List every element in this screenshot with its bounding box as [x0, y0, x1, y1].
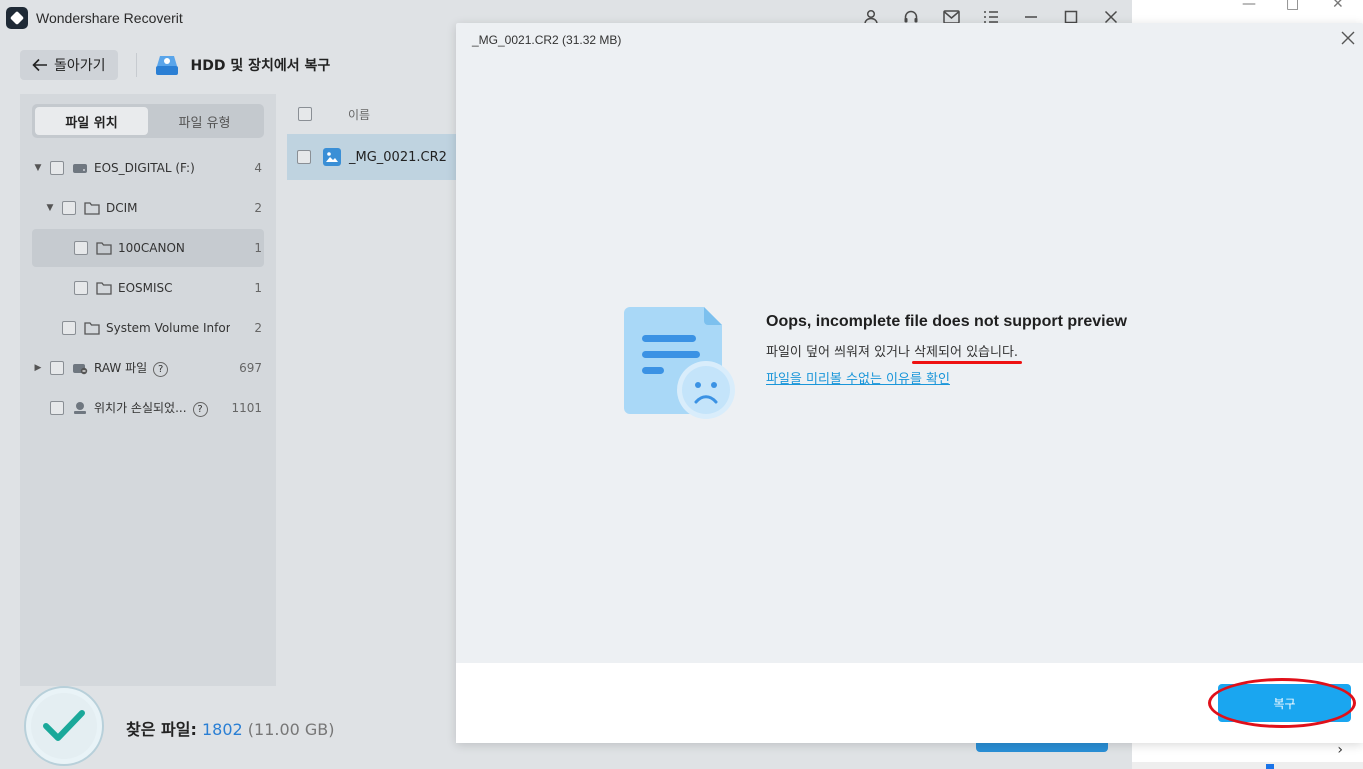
file-list: 이름 _MG_0021.CR2: [276, 94, 457, 686]
back-button[interactable]: 돌아가기: [20, 50, 118, 80]
checkbox[interactable]: [74, 241, 88, 255]
toolbar: 돌아가기 HDD 및 장치에서 복구: [20, 50, 330, 80]
dialog-footer: 복구: [456, 663, 1363, 743]
found-count: 1802: [201, 720, 243, 739]
folder-icon: [96, 282, 112, 295]
hdd-icon: [155, 56, 178, 75]
chevron-right-icon[interactable]: ›: [1337, 742, 1343, 758]
checkbox[interactable]: [50, 361, 64, 375]
column-name[interactable]: 이름: [348, 106, 370, 123]
view-tabs: 파일 위치 파일 유형: [32, 104, 264, 138]
back-button-label: 돌아가기: [54, 58, 106, 74]
highlighted-text: 삭제되어 있습니다.: [914, 345, 1019, 360]
message-subtitle: 파일이 덮어 씌워져 있거나 삭제되어 있습니다.: [766, 341, 1127, 364]
app-title: Wondershare Recoverit: [36, 10, 183, 26]
red-circle-annotation: [1208, 678, 1356, 728]
sidebar: 파일 위치 파일 유형 ▼ EOS_DIGITAL (F:) 4 ▼ DCIM …: [20, 94, 276, 686]
drive-icon: [73, 164, 87, 173]
image-file-icon: [323, 148, 341, 166]
dialog-title: _MG_0021.CR2 (31.32 MB): [472, 33, 622, 47]
arrow-left-icon: [32, 58, 47, 72]
checkbox[interactable]: [50, 401, 64, 415]
file-name: _MG_0021.CR2: [349, 149, 447, 165]
tree-item-dcim[interactable]: ▼ DCIM 2: [32, 189, 264, 227]
folder-icon: [84, 322, 100, 335]
checkbox[interactable]: [62, 321, 76, 335]
tab-file-location[interactable]: 파일 위치: [35, 107, 148, 135]
maximize-icon[interactable]: □: [1286, 0, 1299, 12]
list-header: 이름: [276, 94, 456, 134]
tree-item-lost-location[interactable]: 위치가 손실되었...? 1101: [32, 389, 264, 427]
indicator: [1266, 764, 1274, 769]
message-title: Oops, incomplete file does not support p…: [766, 313, 1127, 330]
found-size: (11.00 GB): [247, 720, 335, 739]
why-no-preview-link[interactable]: 파일을 미리볼 수없는 이유를 확인: [766, 368, 1127, 387]
file-row[interactable]: _MG_0021.CR2: [287, 134, 457, 180]
preview-message: Oops, incomplete file does not support p…: [766, 313, 1127, 387]
bottom-bar: [1132, 762, 1363, 769]
minimize-icon[interactable]: —: [1242, 0, 1256, 12]
dialog-close-icon[interactable]: [1337, 27, 1359, 49]
tree-item-eos-digital[interactable]: ▼ EOS_DIGITAL (F:) 4: [32, 149, 264, 187]
divider: [135, 53, 137, 77]
tree-item-100canon[interactable]: 100CANON 1: [32, 229, 264, 267]
tree-item-system-volume[interactable]: System Volume Infor... 2: [32, 309, 264, 347]
red-underline-annotation: [912, 361, 1023, 364]
found-files-summary: 찾은 파일: 1802 (11.00 GB): [126, 716, 335, 740]
checkbox[interactable]: [297, 150, 311, 164]
found-label: 찾은 파일:: [126, 720, 197, 739]
checkbox[interactable]: [62, 201, 76, 215]
preview-dialog: _MG_0021.CR2 (31.32 MB) Oops, incomplete…: [456, 23, 1363, 743]
lost-location-icon: [74, 402, 86, 414]
scan-complete-badge: [24, 686, 104, 766]
help-icon[interactable]: ?: [153, 362, 169, 377]
raw-drive-icon: [73, 364, 88, 375]
checkbox[interactable]: [50, 161, 64, 175]
tree-item-raw-files[interactable]: ▶ RAW 파일? 697: [32, 349, 264, 387]
caret-down-icon[interactable]: ▼: [32, 163, 44, 173]
folder-icon: [84, 202, 100, 215]
tree-item-eosmisc[interactable]: EOSMISC 1: [32, 269, 264, 307]
close-icon[interactable]: ✕: [1332, 0, 1344, 12]
checkbox[interactable]: [74, 281, 88, 295]
page-title: HDD 및 장치에서 복구: [190, 58, 331, 74]
caret-down-icon[interactable]: ▼: [44, 203, 56, 213]
tree-item-label: 위치가 손실되었...: [94, 401, 187, 415]
app-logo-icon: [6, 7, 28, 29]
help-icon[interactable]: ?: [192, 402, 208, 417]
tab-file-type[interactable]: 파일 유형: [148, 107, 261, 135]
checkmark-icon: [43, 710, 85, 741]
caret-right-icon[interactable]: ▶: [32, 363, 44, 373]
folder-icon: [96, 242, 112, 255]
select-all-checkbox[interactable]: [298, 107, 312, 121]
sad-file-icon: [624, 307, 735, 419]
tree-item-label: RAW 파일: [94, 361, 148, 375]
